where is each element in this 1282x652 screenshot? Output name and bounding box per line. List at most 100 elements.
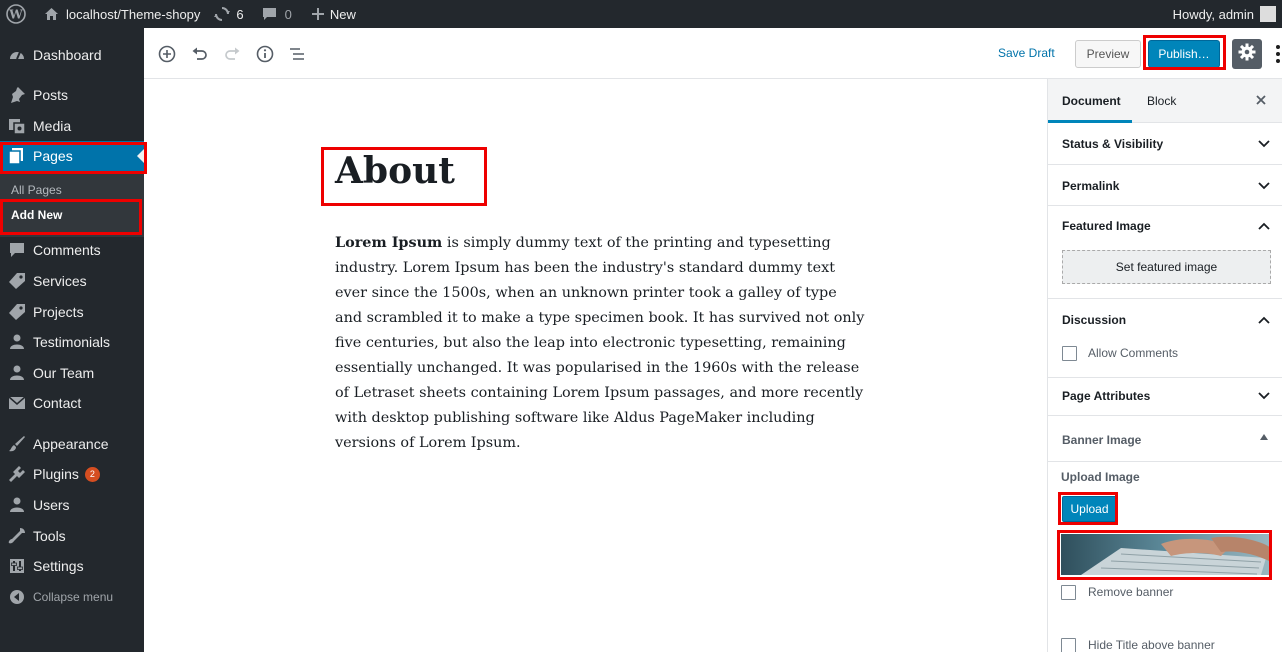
more-options-icon[interactable] bbox=[1274, 44, 1282, 64]
sidebar-label: Projects bbox=[33, 304, 84, 320]
collapse-arrow-icon bbox=[7, 587, 27, 607]
section-title: Page Attributes bbox=[1062, 389, 1151, 403]
sidebar-item-appearance[interactable]: Appearance bbox=[0, 429, 144, 459]
upload-button[interactable]: Upload bbox=[1062, 496, 1117, 522]
sidebar-label: Contact bbox=[33, 395, 82, 411]
pages-submenu: All Pages Add New bbox=[0, 173, 144, 237]
undo-icon[interactable] bbox=[190, 44, 210, 64]
panel-discussion: Discussion bbox=[1048, 299, 1282, 378]
settings-sliders-icon bbox=[7, 556, 27, 576]
paragraph-bold-text: Lorem Ipsum bbox=[335, 234, 443, 251]
pages-icon bbox=[7, 146, 27, 166]
envelope-icon bbox=[7, 393, 27, 413]
post-title[interactable]: About bbox=[335, 150, 455, 192]
publish-button[interactable]: Publish… bbox=[1148, 40, 1220, 68]
new-label: New bbox=[329, 6, 356, 22]
wordpress-logo-icon[interactable]: W bbox=[0, 0, 34, 28]
sidebar-label: Settings bbox=[33, 558, 84, 574]
panel-permalink[interactable]: Permalink bbox=[1048, 165, 1282, 206]
tab-block[interactable]: Block bbox=[1147, 94, 1176, 108]
sidebar-item-pages[interactable]: Pages bbox=[0, 141, 144, 171]
save-draft-button[interactable]: Save Draft bbox=[998, 46, 1055, 60]
sidebar-label: Plugins bbox=[33, 466, 79, 482]
sidebar-label: Dashboard bbox=[33, 47, 102, 63]
collapse-menu-button[interactable]: Collapse menu bbox=[0, 582, 144, 612]
sidebar-tabs: Document Block bbox=[1048, 79, 1282, 123]
sidebar-item-media[interactable]: Media bbox=[0, 111, 144, 141]
sidebar-label: Our Team bbox=[33, 365, 95, 381]
close-icon[interactable] bbox=[1254, 93, 1268, 107]
account-menu[interactable]: Howdy, admin bbox=[1165, 0, 1282, 28]
section-title[interactable]: Discussion bbox=[1062, 313, 1126, 327]
redo-icon[interactable] bbox=[222, 44, 242, 64]
section-title[interactable]: Banner Image bbox=[1062, 433, 1141, 447]
submenu-add-new[interactable]: Add New bbox=[11, 208, 62, 222]
admin-bar: W localhost/Theme-shopy 6 0 New Howdy, a… bbox=[0, 0, 1282, 28]
sidebar-item-posts[interactable]: Posts bbox=[0, 80, 144, 110]
panel-banner-image: Banner Image bbox=[1048, 416, 1282, 462]
site-name: localhost/Theme-shopy bbox=[66, 6, 201, 22]
sidebar-item-projects[interactable]: Projects bbox=[0, 297, 144, 327]
updates-count: 6 bbox=[236, 6, 244, 22]
sidebar-item-testimonials[interactable]: Testimonials bbox=[0, 327, 144, 357]
sidebar-label: Tools bbox=[33, 528, 66, 544]
sidebar-item-dashboard[interactable]: Dashboard bbox=[0, 40, 144, 70]
settings-toggle-button[interactable] bbox=[1232, 39, 1262, 69]
sidebar-label: Posts bbox=[33, 87, 69, 103]
tab-document[interactable]: Document bbox=[1062, 94, 1121, 108]
sidebar-item-services[interactable]: Services bbox=[0, 266, 144, 296]
allow-comments-checkbox[interactable] bbox=[1062, 346, 1077, 361]
sidebar-item-comments[interactable]: Comments bbox=[0, 235, 144, 265]
wrench-icon bbox=[7, 526, 27, 546]
preview-button[interactable]: Preview bbox=[1075, 40, 1141, 68]
user-icon bbox=[7, 495, 27, 515]
settings-sidebar: Document Block Status & Visibility Perma… bbox=[1047, 79, 1282, 652]
plug-icon bbox=[7, 464, 27, 484]
gear-icon bbox=[1238, 43, 1256, 66]
users-group-icon bbox=[7, 363, 27, 383]
screen: W localhost/Theme-shopy 6 0 New Howdy, a… bbox=[0, 0, 1282, 652]
sidebar-item-tools[interactable]: Tools bbox=[0, 521, 144, 551]
site-name-link[interactable]: localhost/Theme-shopy bbox=[34, 0, 208, 28]
sidebar-label: Pages bbox=[33, 148, 73, 164]
paintbrush-icon bbox=[7, 434, 27, 454]
triangle-up-icon[interactable] bbox=[1260, 434, 1268, 440]
sidebar-label: Collapse menu bbox=[33, 590, 114, 604]
avatar bbox=[1260, 6, 1276, 22]
outline-list-icon[interactable] bbox=[287, 44, 307, 64]
chevron-up-icon[interactable] bbox=[1258, 316, 1270, 324]
users-group-icon bbox=[7, 332, 27, 352]
chevron-down-icon bbox=[1258, 182, 1270, 190]
upload-image-label: Upload Image bbox=[1061, 470, 1140, 484]
info-icon[interactable] bbox=[255, 44, 275, 64]
sidebar-item-our-team[interactable]: Our Team bbox=[0, 358, 144, 388]
add-block-icon[interactable] bbox=[157, 44, 177, 64]
chevron-down-icon bbox=[1258, 140, 1270, 148]
comments-link[interactable]: 0 bbox=[252, 0, 300, 28]
paragraph-block[interactable]: Lorem Ipsum is simply dummy text of the … bbox=[335, 230, 865, 456]
panel-page-attributes[interactable]: Page Attributes bbox=[1048, 378, 1282, 416]
updates-link[interactable]: 6 bbox=[208, 0, 251, 28]
panel-status-visibility[interactable]: Status & Visibility bbox=[1048, 123, 1282, 165]
chevron-up-icon[interactable] bbox=[1258, 222, 1270, 230]
hide-title-checkbox[interactable] bbox=[1061, 638, 1076, 652]
remove-banner-label: Remove banner bbox=[1088, 585, 1174, 599]
new-content-link[interactable]: New bbox=[300, 0, 364, 28]
chevron-down-icon bbox=[1258, 392, 1270, 400]
paragraph-text: is simply dummy text of the printing and… bbox=[335, 235, 865, 451]
sidebar-item-users[interactable]: Users bbox=[0, 490, 144, 520]
set-featured-image-button[interactable]: Set featured image bbox=[1062, 250, 1271, 284]
tag-icon bbox=[7, 302, 27, 322]
remove-banner-checkbox[interactable] bbox=[1061, 585, 1076, 600]
svg-text:W: W bbox=[8, 8, 23, 22]
sidebar-item-plugins[interactable]: Plugins 2 bbox=[0, 459, 144, 489]
pushpin-icon bbox=[7, 85, 27, 105]
submenu-all-pages[interactable]: All Pages bbox=[11, 183, 62, 197]
admin-sidebar: Dashboard Posts Media Pages All Pages Ad… bbox=[0, 28, 144, 652]
home-icon bbox=[44, 7, 59, 21]
sidebar-label: Testimonials bbox=[33, 334, 111, 350]
sidebar-label: Services bbox=[33, 273, 87, 289]
sidebar-item-contact[interactable]: Contact bbox=[0, 388, 144, 418]
section-title[interactable]: Featured Image bbox=[1062, 219, 1151, 233]
sidebar-item-settings[interactable]: Settings bbox=[0, 551, 144, 581]
